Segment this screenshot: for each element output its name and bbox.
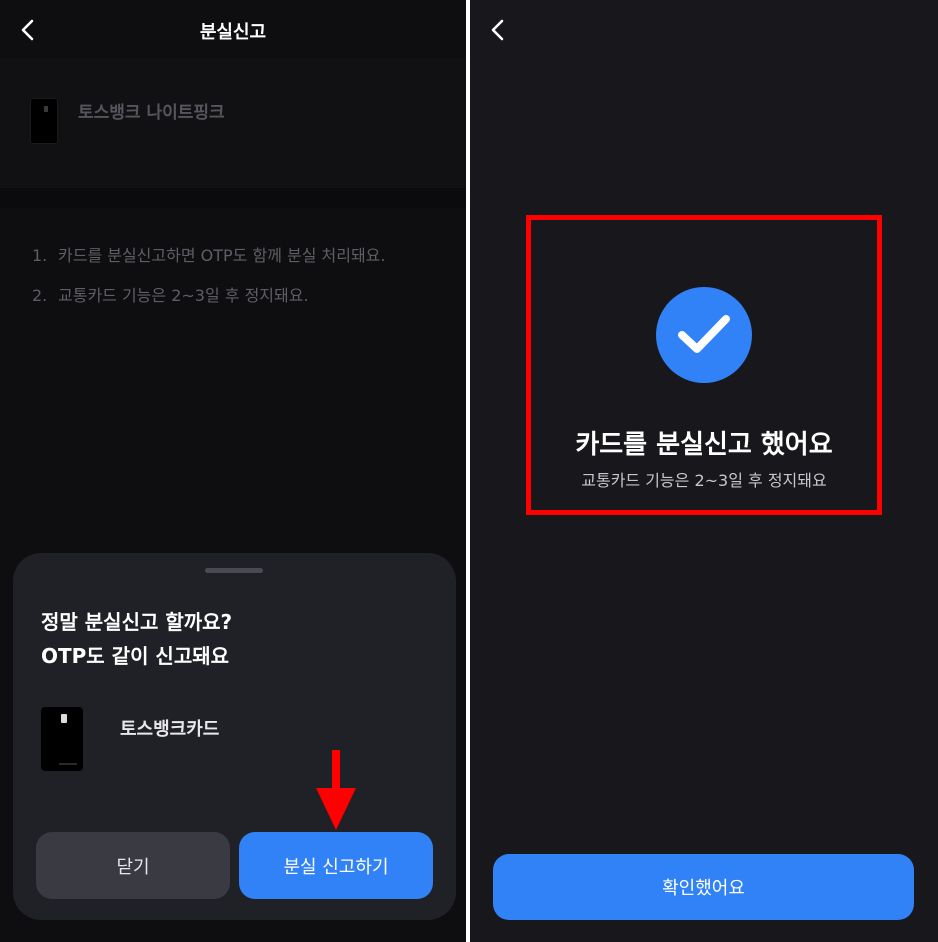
arrow-down-icon (316, 750, 356, 830)
notice-item: 2. 교통카드 기능은 2~3일 후 정지돼요. (32, 286, 309, 305)
notice-list: 1. 카드를 분실신고하면 OTP도 함께 분실 처리돼요. 2. 교통카드 기능은… (32, 236, 386, 316)
card-name: 토스뱅크 나이트핑크 (78, 103, 225, 123)
top-bar (470, 0, 938, 58)
page-title: 분실신고 (199, 22, 267, 43)
confirm-button[interactable]: 확인했어요 (493, 854, 914, 920)
card-image (41, 707, 83, 771)
success-badge (656, 287, 752, 383)
close-button[interactable]: 닫기 (36, 832, 230, 899)
right-screen: 카드를 분실신고 했어요 교통카드 기능은 2~3일 후 정지돼요 확인했어요 (470, 0, 938, 942)
sheet-handle[interactable] (205, 568, 263, 573)
left-screen: 분실신고 토스뱅크 나이트핑크 1. 카드를 분실신고하면 OTP도 함께 분실 … (0, 0, 468, 942)
success-subtitle: 교통카드 기능은 2~3일 후 정지돼요 (581, 471, 827, 490)
card-image (30, 98, 58, 144)
back-icon[interactable] (484, 16, 512, 44)
confirm-bottom-sheet: 정말 분실신고 할까요? OTP도 같이 신고돼요 토스뱅크카드 닫기 분실 신… (13, 553, 456, 920)
top-bar: 분실신고 (0, 0, 466, 58)
notice-item: 1. 카드를 분실신고하면 OTP도 함께 분실 처리돼요. (32, 246, 386, 265)
card-info-section: 토스뱅크 나이트핑크 (0, 58, 466, 188)
check-icon (678, 315, 730, 353)
sheet-title: 정말 분실신고 할까요? OTP도 같이 신고돼요 (41, 610, 233, 668)
report-lost-button[interactable]: 분실 신고하기 (239, 832, 433, 899)
sheet-card-name: 토스뱅크카드 (120, 719, 220, 740)
section-divider (0, 188, 466, 208)
success-title: 카드를 분실신고 했어요 (575, 430, 833, 460)
